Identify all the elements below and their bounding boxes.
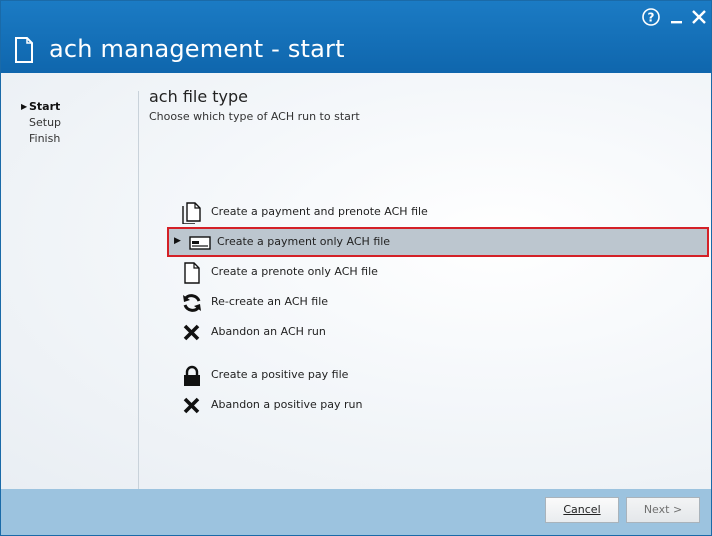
page-title: ach file type: [149, 87, 249, 106]
wizard-steps: ▶ Start Setup Finish: [21, 99, 61, 147]
option-payment-only[interactable]: ▶ Create a payment only ACH file: [167, 227, 709, 257]
minimize-icon[interactable]: [667, 7, 687, 27]
wizard-content: ▶ Start Setup Finish ach file type Choos…: [1, 73, 711, 489]
option-payment-and-prenote[interactable]: Create a payment and prenote ACH file: [169, 199, 707, 225]
selected-arrow-icon: ▶: [174, 236, 181, 246]
option-label: Abandon a positive pay run: [211, 398, 363, 411]
lock-icon: [184, 365, 200, 386]
step-pointer-icon: ▶: [21, 102, 28, 111]
step-label: Finish: [29, 132, 61, 145]
option-prenote-only[interactable]: Create a prenote only ACH file: [169, 259, 707, 285]
cancel-button[interactable]: Cancel: [545, 497, 619, 523]
document-icon: [184, 262, 200, 284]
close-icon[interactable]: [689, 7, 709, 27]
option-abandon-positive-pay[interactable]: Abandon a positive pay run: [169, 392, 707, 418]
sidebar-divider: [138, 91, 139, 489]
option-label: Create a payment only ACH file: [217, 235, 391, 248]
x-icon: [183, 397, 200, 414]
option-recreate-ach[interactable]: Re-create an ACH file: [169, 289, 707, 315]
cancel-button-label: Cancel: [563, 503, 601, 516]
option-positive-pay-file[interactable]: Create a positive pay file: [169, 362, 707, 388]
step-setup[interactable]: Setup: [21, 115, 61, 131]
ach-management-window: ach management - start ? ▶ Start Setup F…: [0, 0, 712, 536]
option-label: Create a positive pay file: [211, 368, 349, 381]
step-finish[interactable]: Finish: [21, 131, 61, 147]
step-label: Start: [29, 100, 61, 113]
option-label: Create a payment and prenote ACH file: [211, 205, 428, 218]
page-subtitle: Choose which type of ACH run to start: [149, 110, 360, 123]
wizard-footer: Cancel Next >: [1, 489, 711, 535]
option-label: Abandon an ACH run: [211, 325, 326, 338]
x-icon: [183, 324, 200, 341]
document-icon: [15, 37, 33, 63]
step-start[interactable]: ▶ Start: [21, 99, 61, 115]
refresh-icon: [183, 294, 201, 312]
help-circle-icon[interactable]: ?: [641, 7, 661, 27]
option-label: Re-create an ACH file: [211, 295, 329, 308]
documents-icon: [182, 202, 201, 224]
next-button[interactable]: Next >: [626, 497, 700, 523]
svg-text:?: ?: [648, 11, 655, 25]
window-title: ach management - start: [49, 35, 345, 63]
next-button-label: Next >: [643, 503, 683, 516]
check-payment-icon: [189, 236, 211, 250]
title-bar: ach management - start ?: [1, 1, 711, 73]
option-abandon-ach-run[interactable]: Abandon an ACH run: [169, 319, 707, 345]
option-label: Create a prenote only ACH file: [211, 265, 378, 278]
step-label: Setup: [29, 116, 62, 129]
